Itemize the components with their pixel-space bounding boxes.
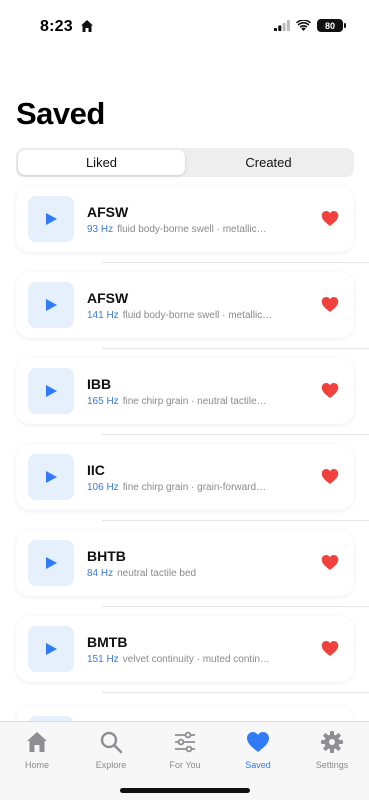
tab-label: Saved: [245, 760, 271, 770]
tab-explore[interactable]: Explore: [74, 730, 148, 770]
heart-icon[interactable]: [321, 554, 339, 571]
tab-for-you[interactable]: For You: [148, 730, 222, 770]
item-frequency: 93 Hz: [87, 224, 114, 235]
heart-icon[interactable]: [321, 210, 339, 227]
battery-icon: 80: [317, 19, 346, 32]
play-icon: [46, 385, 57, 397]
segmented-control: Liked Created: [16, 148, 354, 177]
item-title: AFSW: [87, 290, 129, 306]
list-item[interactable]: AFSW 141 Hz fluid body-borne swell · meta…: [16, 272, 369, 349]
play-icon: [46, 557, 57, 569]
play-button[interactable]: [28, 626, 74, 672]
item-subtitle: 93 Hz fluid body-borne swell · metallic…: [87, 224, 315, 235]
house-icon: [27, 732, 47, 752]
item-description: fluid body-borne swell · metallic…: [117, 224, 267, 235]
status-bar: 8:23 80: [0, 0, 369, 50]
page-title: Saved: [16, 96, 105, 131]
play-button[interactable]: [28, 282, 74, 328]
item-subtitle: 106 Hz fine chirp grain · grain-forward…: [87, 482, 315, 493]
tab-liked[interactable]: Liked: [18, 150, 185, 175]
heart-icon[interactable]: [321, 296, 339, 313]
heart-icon[interactable]: [321, 382, 339, 399]
play-button[interactable]: [28, 368, 74, 414]
sliders-icon: [175, 731, 195, 753]
status-indicators: 80: [274, 19, 346, 32]
heart-icon[interactable]: [321, 468, 339, 485]
item-subtitle: 165 Hz fine chirp grain · neutral tactile…: [87, 396, 315, 407]
list-item[interactable]: BHTB 84 Hz neutral tactile bed: [16, 530, 369, 607]
play-icon: [46, 643, 57, 655]
home-status-icon: [81, 20, 93, 32]
item-subtitle: 151 Hz velvet continuity · muted contin…: [87, 654, 315, 665]
item-title: IIC: [87, 462, 105, 478]
item-title: IBB: [87, 376, 112, 392]
heart-icon[interactable]: [321, 640, 339, 657]
item-frequency: 165 Hz: [87, 396, 119, 407]
list-item[interactable]: BMTB 151 Hz velvet continuity · muted con…: [16, 616, 369, 693]
play-icon: [46, 471, 57, 483]
wifi-icon: [296, 20, 311, 31]
play-icon: [46, 213, 57, 225]
home-indicator: [120, 788, 250, 793]
item-description: velvet continuity · muted contin…: [122, 654, 270, 665]
saved-list: AFSW 93 Hz fluid body-borne swell · metal…: [16, 186, 369, 702]
play-button[interactable]: [28, 540, 74, 586]
tab-home[interactable]: Home: [0, 730, 74, 770]
tab-label: For You: [169, 760, 201, 770]
list-item[interactable]: IIC 106 Hz fine chirp grain · grain-forwa…: [16, 444, 369, 521]
item-description: fine chirp grain · neutral tactile…: [122, 396, 267, 407]
play-button[interactable]: [28, 196, 74, 242]
tab-label: Explore: [95, 760, 127, 770]
tab-label: Home: [24, 760, 49, 770]
item-subtitle: 141 Hz fluid body-borne swell · metallic…: [87, 310, 315, 321]
gear-icon: [321, 731, 343, 753]
item-description: fine chirp grain · grain-forward…: [122, 482, 267, 493]
item-frequency: 151 Hz: [87, 654, 119, 665]
item-title: BHTB: [87, 548, 126, 564]
item-description: neutral tactile bed: [117, 568, 197, 579]
cellular-signal-icon: [274, 20, 290, 31]
magnifier-icon: [100, 731, 123, 754]
item-title: BMTB: [87, 634, 128, 650]
heart-icon: [247, 732, 269, 752]
play-icon: [46, 299, 57, 311]
play-button[interactable]: [28, 454, 74, 500]
item-description: fluid body-borne swell · metallic…: [122, 310, 273, 321]
list-item[interactable]: IBB 165 Hz fine chirp grain · neutral tac…: [16, 358, 369, 435]
battery-level: 80: [324, 20, 335, 31]
tab-created[interactable]: Created: [185, 150, 352, 175]
item-frequency: 141 Hz: [87, 310, 119, 321]
item-title: AFSW: [87, 204, 129, 220]
list-item[interactable]: AFSW 93 Hz fluid body-borne swell · metal…: [16, 186, 369, 263]
item-frequency: 84 Hz: [87, 568, 114, 579]
tab-label: Settings: [315, 760, 349, 770]
status-time: 8:23: [40, 18, 73, 35]
item-frequency: 106 Hz: [87, 482, 119, 493]
tab-settings[interactable]: Settings: [295, 730, 369, 770]
tab-saved[interactable]: Saved: [221, 730, 295, 770]
item-subtitle: 84 Hz neutral tactile bed: [87, 568, 315, 579]
